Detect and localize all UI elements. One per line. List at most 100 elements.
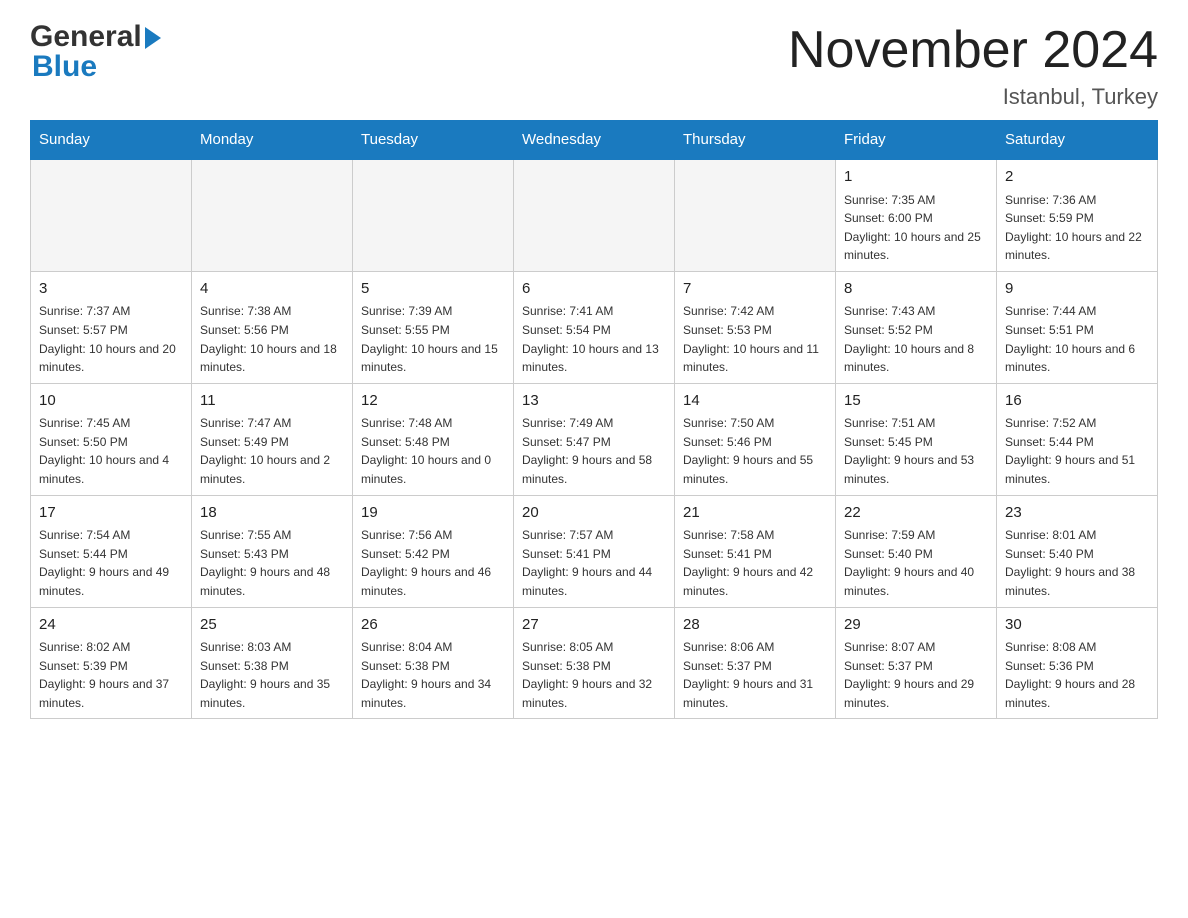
calendar-cell: 17Sunrise: 7:54 AMSunset: 5:44 PMDayligh… (31, 495, 192, 607)
day-number: 1 (844, 166, 988, 189)
calendar-cell: 15Sunrise: 7:51 AMSunset: 5:45 PMDayligh… (836, 383, 997, 495)
day-info: Sunrise: 7:56 AMSunset: 5:42 PMDaylight:… (361, 526, 505, 600)
calendar-cell: 7Sunrise: 7:42 AMSunset: 5:53 PMDaylight… (675, 271, 836, 383)
day-info: Sunrise: 7:57 AMSunset: 5:41 PMDaylight:… (522, 526, 666, 600)
logo-blue-text: Blue (32, 50, 97, 83)
day-number: 28 (683, 614, 827, 637)
calendar-cell: 19Sunrise: 7:56 AMSunset: 5:42 PMDayligh… (353, 495, 514, 607)
day-info: Sunrise: 7:54 AMSunset: 5:44 PMDaylight:… (39, 526, 183, 600)
calendar-cell: 25Sunrise: 8:03 AMSunset: 5:38 PMDayligh… (192, 607, 353, 719)
day-number: 29 (844, 614, 988, 637)
calendar-cell: 21Sunrise: 7:58 AMSunset: 5:41 PMDayligh… (675, 495, 836, 607)
day-info: Sunrise: 7:35 AMSunset: 6:00 PMDaylight:… (844, 191, 988, 265)
col-sunday: Sunday (31, 121, 192, 160)
calendar-cell: 14Sunrise: 7:50 AMSunset: 5:46 PMDayligh… (675, 383, 836, 495)
logo-blue-row: Blue (32, 50, 97, 84)
day-number: 12 (361, 390, 505, 413)
calendar-cell (192, 159, 353, 271)
day-info: Sunrise: 7:51 AMSunset: 5:45 PMDaylight:… (844, 414, 988, 488)
day-info: Sunrise: 8:01 AMSunset: 5:40 PMDaylight:… (1005, 526, 1149, 600)
calendar-cell: 5Sunrise: 7:39 AMSunset: 5:55 PMDaylight… (353, 271, 514, 383)
day-info: Sunrise: 7:43 AMSunset: 5:52 PMDaylight:… (844, 302, 988, 376)
calendar-cell: 4Sunrise: 7:38 AMSunset: 5:56 PMDaylight… (192, 271, 353, 383)
day-number: 14 (683, 390, 827, 413)
day-info: Sunrise: 8:05 AMSunset: 5:38 PMDaylight:… (522, 638, 666, 712)
day-number: 27 (522, 614, 666, 637)
day-info: Sunrise: 8:03 AMSunset: 5:38 PMDaylight:… (200, 638, 344, 712)
day-number: 20 (522, 502, 666, 525)
calendar-cell: 8Sunrise: 7:43 AMSunset: 5:52 PMDaylight… (836, 271, 997, 383)
calendar-table: Sunday Monday Tuesday Wednesday Thursday… (30, 120, 1158, 719)
day-number: 16 (1005, 390, 1149, 413)
col-wednesday: Wednesday (514, 121, 675, 160)
calendar-cell: 23Sunrise: 8:01 AMSunset: 5:40 PMDayligh… (997, 495, 1158, 607)
day-info: Sunrise: 7:37 AMSunset: 5:57 PMDaylight:… (39, 302, 183, 376)
day-number: 25 (200, 614, 344, 637)
day-info: Sunrise: 7:49 AMSunset: 5:47 PMDaylight:… (522, 414, 666, 488)
calendar-cell: 28Sunrise: 8:06 AMSunset: 5:37 PMDayligh… (675, 607, 836, 719)
header: General Blue November 2024 Istanbul, Tur… (30, 20, 1158, 110)
logo-general-text: General (30, 20, 142, 54)
col-monday: Monday (192, 121, 353, 160)
day-number: 2 (1005, 166, 1149, 189)
calendar-cell: 30Sunrise: 8:08 AMSunset: 5:36 PMDayligh… (997, 607, 1158, 719)
day-number: 18 (200, 502, 344, 525)
calendar-cell: 13Sunrise: 7:49 AMSunset: 5:47 PMDayligh… (514, 383, 675, 495)
day-number: 11 (200, 390, 344, 413)
day-number: 13 (522, 390, 666, 413)
location-title: Istanbul, Turkey (788, 84, 1158, 110)
day-number: 21 (683, 502, 827, 525)
day-number: 24 (39, 614, 183, 637)
col-thursday: Thursday (675, 121, 836, 160)
calendar-cell: 16Sunrise: 7:52 AMSunset: 5:44 PMDayligh… (997, 383, 1158, 495)
calendar-cell: 26Sunrise: 8:04 AMSunset: 5:38 PMDayligh… (353, 607, 514, 719)
day-info: Sunrise: 7:55 AMSunset: 5:43 PMDaylight:… (200, 526, 344, 600)
day-number: 10 (39, 390, 183, 413)
day-info: Sunrise: 8:04 AMSunset: 5:38 PMDaylight:… (361, 638, 505, 712)
calendar-cell: 2Sunrise: 7:36 AMSunset: 5:59 PMDaylight… (997, 159, 1158, 271)
day-number: 7 (683, 278, 827, 301)
day-number: 30 (1005, 614, 1149, 637)
calendar-cell: 27Sunrise: 8:05 AMSunset: 5:38 PMDayligh… (514, 607, 675, 719)
day-info: Sunrise: 7:41 AMSunset: 5:54 PMDaylight:… (522, 302, 666, 376)
calendar-week-5: 24Sunrise: 8:02 AMSunset: 5:39 PMDayligh… (31, 607, 1158, 719)
calendar-cell: 29Sunrise: 8:07 AMSunset: 5:37 PMDayligh… (836, 607, 997, 719)
day-info: Sunrise: 7:47 AMSunset: 5:49 PMDaylight:… (200, 414, 344, 488)
calendar-cell (514, 159, 675, 271)
day-info: Sunrise: 7:38 AMSunset: 5:56 PMDaylight:… (200, 302, 344, 376)
calendar-cell (31, 159, 192, 271)
calendar-week-2: 3Sunrise: 7:37 AMSunset: 5:57 PMDaylight… (31, 271, 1158, 383)
calendar-week-3: 10Sunrise: 7:45 AMSunset: 5:50 PMDayligh… (31, 383, 1158, 495)
month-title: November 2024 (788, 20, 1158, 80)
day-info: Sunrise: 7:59 AMSunset: 5:40 PMDaylight:… (844, 526, 988, 600)
day-info: Sunrise: 7:52 AMSunset: 5:44 PMDaylight:… (1005, 414, 1149, 488)
calendar-cell: 3Sunrise: 7:37 AMSunset: 5:57 PMDaylight… (31, 271, 192, 383)
logo: General Blue (30, 20, 161, 84)
day-number: 23 (1005, 502, 1149, 525)
calendar-cell (353, 159, 514, 271)
day-info: Sunrise: 7:48 AMSunset: 5:48 PMDaylight:… (361, 414, 505, 488)
day-info: Sunrise: 8:06 AMSunset: 5:37 PMDaylight:… (683, 638, 827, 712)
calendar-cell: 18Sunrise: 7:55 AMSunset: 5:43 PMDayligh… (192, 495, 353, 607)
col-tuesday: Tuesday (353, 121, 514, 160)
logo-arrow-icon (145, 27, 161, 49)
calendar-cell: 1Sunrise: 7:35 AMSunset: 6:00 PMDaylight… (836, 159, 997, 271)
calendar-week-4: 17Sunrise: 7:54 AMSunset: 5:44 PMDayligh… (31, 495, 1158, 607)
calendar-cell: 22Sunrise: 7:59 AMSunset: 5:40 PMDayligh… (836, 495, 997, 607)
calendar-cell: 6Sunrise: 7:41 AMSunset: 5:54 PMDaylight… (514, 271, 675, 383)
calendar-cell: 9Sunrise: 7:44 AMSunset: 5:51 PMDaylight… (997, 271, 1158, 383)
logo-text: General (30, 20, 161, 54)
day-info: Sunrise: 7:50 AMSunset: 5:46 PMDaylight:… (683, 414, 827, 488)
col-saturday: Saturday (997, 121, 1158, 160)
day-number: 15 (844, 390, 988, 413)
day-info: Sunrise: 7:58 AMSunset: 5:41 PMDaylight:… (683, 526, 827, 600)
header-row: Sunday Monday Tuesday Wednesday Thursday… (31, 121, 1158, 160)
day-info: Sunrise: 8:07 AMSunset: 5:37 PMDaylight:… (844, 638, 988, 712)
day-number: 3 (39, 278, 183, 301)
day-number: 6 (522, 278, 666, 301)
calendar-cell: 11Sunrise: 7:47 AMSunset: 5:49 PMDayligh… (192, 383, 353, 495)
day-number: 8 (844, 278, 988, 301)
day-info: Sunrise: 7:39 AMSunset: 5:55 PMDaylight:… (361, 302, 505, 376)
day-info: Sunrise: 7:42 AMSunset: 5:53 PMDaylight:… (683, 302, 827, 376)
day-info: Sunrise: 7:44 AMSunset: 5:51 PMDaylight:… (1005, 302, 1149, 376)
